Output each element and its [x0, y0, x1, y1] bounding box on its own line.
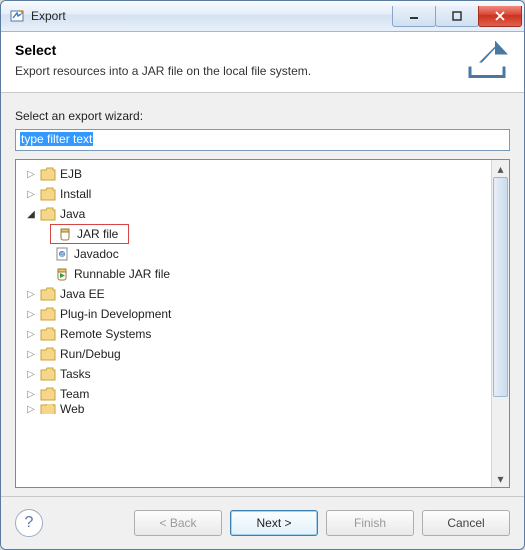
tree-item[interactable]: @ Javadoc — [18, 244, 489, 264]
scroll-thumb[interactable] — [493, 177, 508, 397]
folder-icon — [40, 207, 56, 221]
twisty-icon[interactable]: ▷ — [24, 349, 38, 360]
tree-folder[interactable]: ▷ Remote Systems — [18, 324, 489, 344]
tree-folder[interactable]: ▷ Install — [18, 184, 489, 204]
scroll-up-icon[interactable]: ▴ — [493, 160, 508, 177]
finish-button[interactable]: Finish — [326, 510, 414, 536]
tree-folder[interactable]: ▷ Java EE — [18, 284, 489, 304]
dialog-description: Export resources into a JAR file on the … — [15, 64, 510, 78]
tree-label: Runnable JAR file — [74, 267, 170, 281]
tree-label: Java — [60, 207, 85, 221]
tree-label: EJB — [60, 167, 82, 181]
tree-folder[interactable]: ◢ Java — [18, 204, 489, 224]
folder-icon — [40, 327, 56, 341]
tree-label: Remote Systems — [60, 327, 151, 341]
dialog-footer: ? < Back Next > Finish Cancel — [1, 496, 524, 549]
tree-label: Run/Debug — [60, 347, 121, 361]
cancel-button[interactable]: Cancel — [422, 510, 510, 536]
twisty-icon[interactable]: ▷ — [24, 329, 38, 340]
wizard-tree[interactable]: ▷ EJB ▷ Install ◢ Java JAR file @ Javadoc Runnabl… — [16, 160, 491, 487]
javadoc-icon: @ — [54, 246, 70, 262]
vertical-scrollbar[interactable]: ▴ ▾ — [491, 160, 509, 487]
tree-folder[interactable]: ▷ EJB — [18, 164, 489, 184]
svg-text:@: @ — [59, 252, 64, 258]
back-button[interactable]: < Back — [134, 510, 222, 536]
tree-label: Team — [60, 387, 89, 401]
window-title: Export — [31, 9, 393, 23]
tree-folder[interactable]: ▷ Tasks — [18, 364, 489, 384]
export-dialog: Export Select Export resources into a JA… — [0, 0, 525, 550]
tree-folder[interactable]: ▷ Plug-in Development — [18, 304, 489, 324]
folder-icon — [40, 287, 56, 301]
twisty-icon[interactable]: ▷ — [24, 309, 38, 320]
folder-icon — [40, 347, 56, 361]
folder-icon — [40, 367, 56, 381]
runjar-icon — [54, 266, 70, 282]
twisty-icon[interactable]: ▷ — [24, 404, 38, 414]
folder-icon — [40, 307, 56, 321]
export-icon — [464, 41, 510, 84]
tree-folder[interactable]: ▷ Team — [18, 384, 489, 404]
folder-icon — [40, 167, 56, 181]
tree-folder[interactable]: ▷ Web — [18, 404, 489, 414]
twisty-icon[interactable]: ▷ — [24, 389, 38, 400]
next-button[interactable]: Next > — [230, 510, 318, 536]
twisty-icon[interactable]: ▷ — [24, 189, 38, 200]
tree-label: JAR file — [77, 227, 118, 241]
button-row: < Back Next > Finish Cancel — [134, 510, 510, 536]
help-button[interactable]: ? — [15, 509, 43, 537]
tree-label: Java EE — [60, 287, 105, 301]
wizard-tree-container: ▷ EJB ▷ Install ◢ Java JAR file @ Javadoc Runnabl… — [15, 159, 510, 488]
tree-label: Web — [60, 404, 84, 414]
tree-folder[interactable]: ▷ Run/Debug — [18, 344, 489, 364]
titlebar[interactable]: Export — [1, 1, 524, 32]
twisty-icon[interactable]: ▷ — [24, 169, 38, 180]
tree-label: Tasks — [60, 367, 91, 381]
folder-icon — [40, 387, 56, 401]
minimize-button[interactable] — [392, 6, 436, 27]
window-buttons — [393, 6, 522, 27]
twisty-icon[interactable]: ▷ — [24, 289, 38, 300]
tree-item[interactable]: JAR file — [18, 224, 489, 244]
tree-label: Plug-in Development — [60, 307, 171, 321]
scroll-track[interactable] — [493, 177, 508, 470]
wizard-label: Select an export wizard: — [15, 109, 510, 123]
close-button[interactable] — [478, 6, 522, 27]
folder-icon — [40, 187, 56, 201]
dialog-header: Select Export resources into a JAR file … — [1, 32, 524, 93]
app-icon — [9, 8, 25, 24]
twisty-icon[interactable]: ▷ — [24, 369, 38, 380]
scroll-down-icon[interactable]: ▾ — [493, 470, 508, 487]
filter-input-value: type filter text — [20, 132, 93, 146]
tree-item[interactable]: Runnable JAR file — [18, 264, 489, 284]
tree-label: Install — [60, 187, 91, 201]
dialog-heading: Select — [15, 42, 510, 58]
filter-input[interactable]: type filter text — [15, 129, 510, 151]
maximize-button[interactable] — [435, 6, 479, 27]
selected-item-highlight: JAR file — [50, 224, 129, 244]
jar-icon — [57, 226, 73, 242]
tree-label: Javadoc — [74, 247, 119, 261]
folder-icon — [40, 404, 56, 414]
twisty-icon[interactable]: ◢ — [24, 209, 38, 220]
dialog-body: Select an export wizard: type filter tex… — [1, 93, 524, 496]
